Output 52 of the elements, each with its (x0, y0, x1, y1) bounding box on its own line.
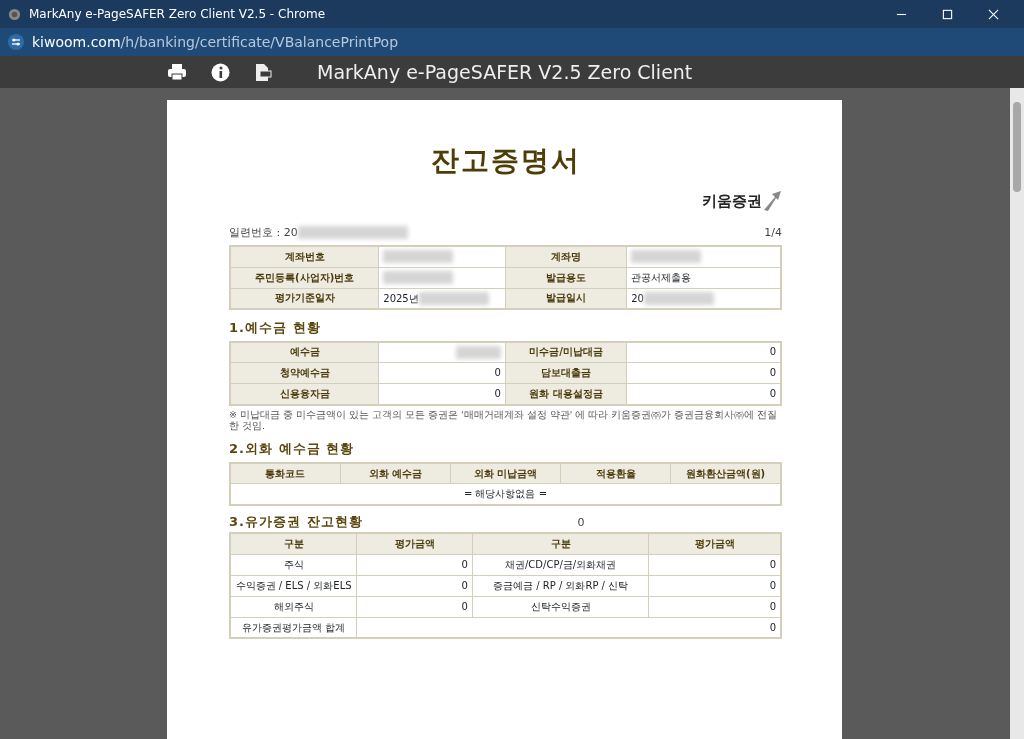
field-value: 0 (769, 367, 776, 378)
column-header: 외화 예수금 (340, 462, 451, 484)
scrollbar[interactable] (1010, 88, 1024, 739)
table-cell: 채권/CD/CP/금/외화채권 (472, 554, 649, 576)
field-label: 계좌번호 (230, 246, 379, 267)
stray-value: 0 (577, 514, 585, 531)
footnote: ※ 미납대금 중 미수금액이 있는 고객의 모든 증권은 '매매거래계좌 설정 약관' 에 따라 키움증권㈜가 증권금융회사㈜에 전질한 것임. (229, 408, 779, 432)
column-header: 원화환산금액(원) (670, 462, 781, 484)
field-label: 계좌명 (505, 246, 627, 267)
field-value: 0 (494, 367, 501, 378)
field-label: 주민등록(사업자)번호 (230, 267, 379, 288)
field-label: 미수금/미납대금 (505, 341, 627, 363)
table-cell: 0 (356, 554, 473, 576)
column-header: 평가금액 (356, 533, 473, 555)
field-value: 관공서제출용 (631, 271, 692, 283)
table-cell: 신탁수익증권 (472, 596, 649, 618)
column-header: 적용환율 (560, 462, 671, 484)
page-indicator: 1/4 (764, 224, 782, 241)
field-value: 0 (494, 387, 501, 399)
field-label: 예수금 (230, 341, 379, 363)
brand-name: 키움증권 (702, 191, 762, 212)
globe-icon (8, 7, 21, 21)
info-icon[interactable] (211, 62, 230, 82)
table-cell: 0 (356, 575, 473, 597)
serial-number: 일련번호 : 20 (229, 224, 298, 241)
field-label: 평가기준일자 (230, 288, 379, 309)
viewer-title: MarkAny e-PageSAFER V2.5 Zero Client (317, 59, 693, 85)
field-label: 신용융자금 (230, 383, 379, 405)
field-value: 20 (631, 292, 644, 304)
table-cell: 주식 (230, 554, 357, 576)
print-icon[interactable] (167, 63, 187, 81)
column-header: 구분 (472, 533, 649, 555)
section-title: 1.예수금 현황 (229, 319, 322, 337)
field-label: 청약예수금 (230, 362, 379, 384)
brand-arrow-icon (762, 190, 782, 213)
field-value: 0 (769, 387, 776, 399)
table-cell: 증금예금 / RP / 외화RP / 신탁 (472, 575, 649, 597)
field-value: 2025년 (383, 292, 419, 304)
document-title: 잔고증명서 (429, 143, 582, 179)
table-cell: 0 (356, 596, 473, 618)
section-title: 2.외화 예수금 현황 (229, 440, 356, 459)
site-settings-icon[interactable] (8, 34, 24, 50)
column-header: 평가금액 (648, 533, 781, 555)
document-export-icon[interactable] (254, 62, 272, 82)
table-cell: 해외주식 (230, 596, 357, 618)
column-header: 구분 (230, 533, 357, 555)
window-title: MarkAny e-PageSAFER Zero Client V2.5 - Chrome (29, 6, 326, 23)
table-cell: 수익증권 / ELS / 외화ELS (230, 575, 357, 597)
section-title: 3.유가증권 잔고현황 (229, 512, 363, 531)
column-header: 통화코드 (230, 462, 341, 484)
column-header: 외화 미납금액 (450, 462, 561, 484)
field-value: 0 (769, 346, 776, 358)
